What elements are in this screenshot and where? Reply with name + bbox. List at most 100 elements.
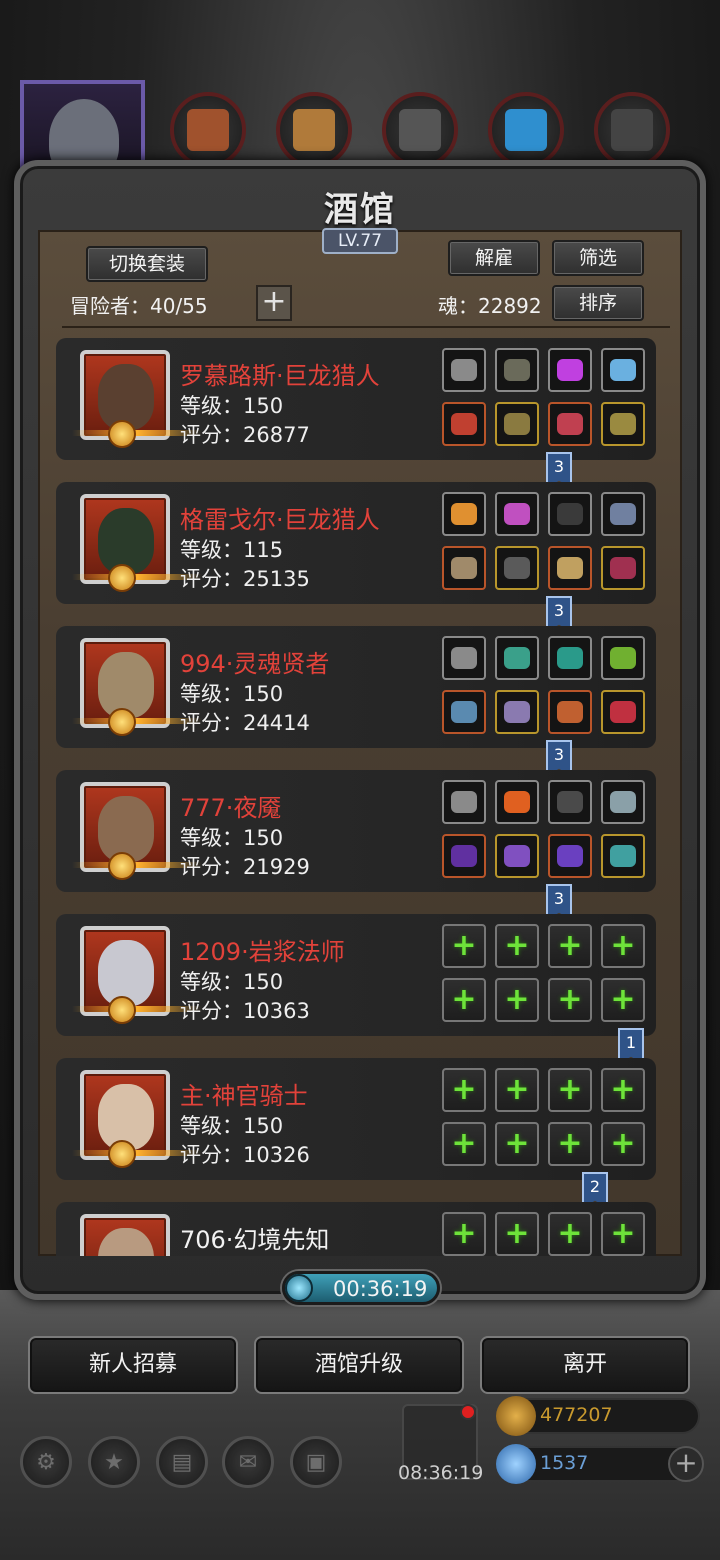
plus-icon: + xyxy=(504,1072,530,1107)
equipment-slot[interactable] xyxy=(495,402,539,446)
expand-capacity-button[interactable]: + xyxy=(256,285,292,321)
filter-button[interactable]: 筛选 xyxy=(552,240,644,276)
equipment-slot[interactable] xyxy=(548,780,592,824)
equipment-slot[interactable] xyxy=(601,636,645,680)
equipment-slot[interactable] xyxy=(601,402,645,446)
resource-meat-icon[interactable] xyxy=(170,92,246,168)
equipment-slot[interactable] xyxy=(495,780,539,824)
hero-card[interactable]: 994·灵魂贤者 等级：150 评分：24414 xyxy=(56,626,656,748)
equipment-icon xyxy=(451,359,477,381)
add-equipment-slot[interactable]: + xyxy=(495,924,539,968)
star-icon[interactable]: ★ xyxy=(88,1436,140,1488)
equipment-slot[interactable] xyxy=(442,546,486,590)
equipment-slot[interactable] xyxy=(442,690,486,734)
hero-name: 格雷戈尔·巨龙猎人 xyxy=(180,506,380,534)
add-gems-button[interactable]: + xyxy=(668,1446,704,1482)
plus-icon: + xyxy=(557,1216,583,1251)
hero-card[interactable]: 706·幻境先知 + + + + xyxy=(56,1202,656,1256)
hero-level: 等级：150 xyxy=(180,1114,284,1138)
sort-button[interactable]: 排序 xyxy=(552,285,644,321)
hero-card[interactable]: 主·神官骑士 等级：150 评分：10326 + + + + + + + + xyxy=(56,1058,656,1180)
add-equipment-slot[interactable]: + xyxy=(495,1122,539,1166)
plus-icon: + xyxy=(451,982,477,1017)
gold-amount: 477207 xyxy=(540,1404,613,1426)
equipment-slot[interactable] xyxy=(601,348,645,392)
dismiss-button[interactable]: 解雇 xyxy=(448,240,540,276)
hero-card[interactable]: 罗慕路斯·巨龙猎人 等级：150 评分：26877 xyxy=(56,338,656,460)
resource-wood-icon[interactable] xyxy=(276,92,352,168)
equipment-slot[interactable] xyxy=(495,690,539,734)
equipment-slot[interactable] xyxy=(442,636,486,680)
add-equipment-slot[interactable]: + xyxy=(601,1212,645,1256)
resource-iron-icon[interactable] xyxy=(594,92,670,168)
add-equipment-slot[interactable]: + xyxy=(601,1068,645,1112)
soul-count: 魂：22892 xyxy=(438,294,542,318)
hero-card[interactable]: 1209·岩浆法师 等级：150 评分：10363 + + + + + + + + xyxy=(56,914,656,1036)
rank-badge-icon xyxy=(108,996,136,1024)
equipment-slot[interactable] xyxy=(442,492,486,536)
equipment-slot[interactable] xyxy=(548,492,592,536)
switch-outfit-button[interactable]: 切换套装 xyxy=(86,246,208,282)
add-equipment-slot[interactable]: + xyxy=(548,1122,592,1166)
add-equipment-slot[interactable]: + xyxy=(442,1068,486,1112)
add-equipment-slot[interactable]: + xyxy=(548,1212,592,1256)
add-equipment-slot[interactable]: + xyxy=(601,924,645,968)
equipment-slot[interactable] xyxy=(548,402,592,446)
hero-card[interactable]: 777·夜魇 等级：150 评分：21929 xyxy=(56,770,656,892)
add-equipment-slot[interactable]: + xyxy=(442,978,486,1022)
plus-icon: + xyxy=(504,1126,530,1161)
hero-portrait[interactable] xyxy=(80,1214,170,1256)
add-equipment-slot[interactable]: + xyxy=(548,978,592,1022)
equipment-slot[interactable] xyxy=(442,348,486,392)
add-equipment-slot[interactable]: + xyxy=(495,978,539,1022)
resource-stone-icon[interactable] xyxy=(382,92,458,168)
upgrade-tavern-button[interactable]: 酒馆升级 xyxy=(254,1336,464,1394)
equipment-slot[interactable] xyxy=(495,834,539,878)
equipment-slot[interactable] xyxy=(601,546,645,590)
equipment-slot[interactable] xyxy=(548,636,592,680)
add-equipment-slot[interactable]: + xyxy=(442,924,486,968)
add-equipment-slot[interactable]: + xyxy=(548,1068,592,1112)
equipment-slot[interactable] xyxy=(495,348,539,392)
mail-icon[interactable]: ✉ xyxy=(222,1436,274,1488)
hero-card[interactable]: 格雷戈尔·巨龙猎人 等级：115 评分：25135 xyxy=(56,482,656,604)
box-icon[interactable]: ▣ xyxy=(290,1436,342,1488)
add-equipment-slot[interactable]: + xyxy=(442,1212,486,1256)
equipment-icon xyxy=(451,503,477,525)
book-icon[interactable]: ▤ xyxy=(156,1436,208,1488)
equipment-slot[interactable] xyxy=(601,780,645,824)
hero-score: 评分：25135 xyxy=(180,567,310,591)
equipment-icon xyxy=(557,647,583,669)
equipment-slot[interactable] xyxy=(495,492,539,536)
resource-crystal-icon[interactable] xyxy=(488,92,564,168)
equipment-slot[interactable] xyxy=(495,546,539,590)
equipment-slot[interactable] xyxy=(442,780,486,824)
equipment-icon xyxy=(610,503,636,525)
gift-timer: 08:36:19 xyxy=(398,1462,484,1484)
settings-icon[interactable]: ⚙ xyxy=(20,1436,72,1488)
leave-button[interactable]: 离开 xyxy=(480,1336,690,1394)
hero-list[interactable]: 罗慕路斯·巨龙猎人 等级：150 评分：26877 3 格雷戈尔·巨龙猎人 等级：115 评… xyxy=(56,338,666,1256)
equipment-slot[interactable] xyxy=(601,834,645,878)
add-equipment-slot[interactable]: + xyxy=(601,1122,645,1166)
add-equipment-slot[interactable]: + xyxy=(442,1122,486,1166)
equipment-slot[interactable] xyxy=(601,492,645,536)
plus-icon: + xyxy=(504,928,530,963)
add-equipment-slot[interactable]: + xyxy=(601,978,645,1022)
equipment-slot[interactable] xyxy=(548,546,592,590)
equipment-icon xyxy=(504,503,530,525)
equipment-slot[interactable] xyxy=(442,402,486,446)
hero-name: 706·幻境先知 xyxy=(180,1226,330,1254)
equipment-slot[interactable] xyxy=(442,834,486,878)
recruit-button[interactable]: 新人招募 xyxy=(28,1336,238,1394)
equipment-slot[interactable] xyxy=(548,834,592,878)
add-equipment-slot[interactable]: + xyxy=(495,1212,539,1256)
plus-icon: + xyxy=(610,1126,636,1161)
gem-amount: 1537 xyxy=(540,1452,589,1474)
equipment-slot[interactable] xyxy=(601,690,645,734)
equipment-slot[interactable] xyxy=(495,636,539,680)
equipment-slot[interactable] xyxy=(548,348,592,392)
add-equipment-slot[interactable]: + xyxy=(495,1068,539,1112)
add-equipment-slot[interactable]: + xyxy=(548,924,592,968)
equipment-slot[interactable] xyxy=(548,690,592,734)
